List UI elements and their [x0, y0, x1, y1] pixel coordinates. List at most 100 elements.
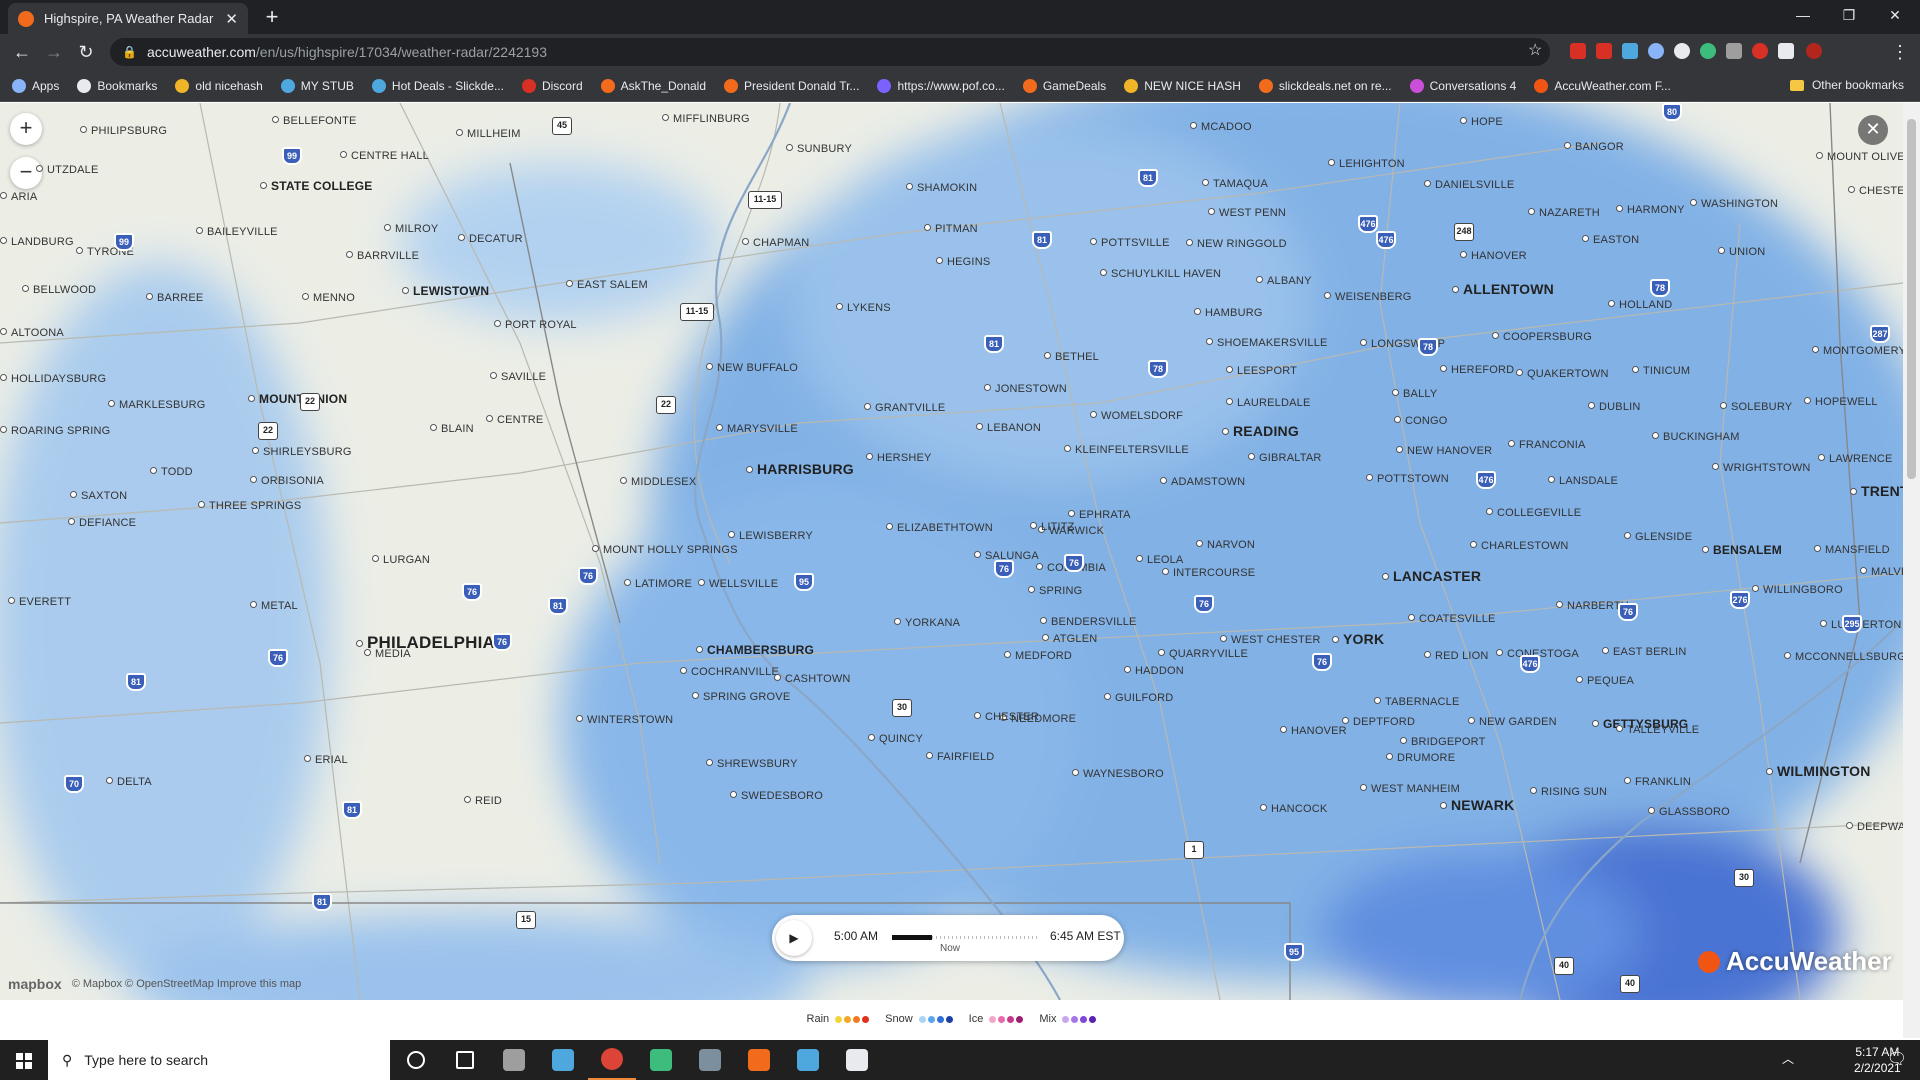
- city-label: WEST PENN: [1208, 207, 1286, 219]
- bookmark-item[interactable]: slickdeals.net on re...: [1258, 78, 1392, 93]
- puzzle-icon[interactable]: [1778, 43, 1794, 59]
- bookmark-item[interactable]: old nicehash: [175, 78, 263, 93]
- bookmark-item[interactable]: Hot Deals - Slickde...: [371, 78, 504, 93]
- city-label: ALBANY: [1256, 275, 1312, 287]
- play-button[interactable]: ▶: [776, 920, 812, 956]
- taskbar-search[interactable]: ⚲ Type here to search: [48, 1040, 390, 1080]
- tab-close-icon[interactable]: ✕: [225, 10, 238, 28]
- app-green-icon[interactable]: [637, 1040, 685, 1080]
- city-label: EAST BERLIN: [1602, 646, 1687, 658]
- bookmark-item[interactable]: MY STUB: [280, 78, 354, 93]
- new-tab-button[interactable]: +: [258, 4, 286, 32]
- road-shield: 11-15: [680, 303, 714, 321]
- extension-icon[interactable]: [1726, 43, 1742, 59]
- road-shield: 81: [1032, 231, 1052, 249]
- bookmark-item[interactable]: AskThe_Donald: [600, 78, 706, 93]
- bookmark-item[interactable]: President Donald Tr...: [724, 78, 859, 93]
- city-label: PEQUEA: [1576, 675, 1634, 687]
- road-shield: 30: [1734, 869, 1754, 887]
- window-close-icon[interactable]: ✕: [1872, 0, 1918, 30]
- city-label: LITITZ: [1030, 521, 1075, 533]
- bookmark-item[interactable]: Discord: [521, 78, 583, 93]
- map-close-button[interactable]: ✕: [1858, 115, 1888, 145]
- road-shield: 1: [1184, 841, 1204, 859]
- city-label: PITMAN: [924, 223, 978, 235]
- file-icon[interactable]: [539, 1040, 587, 1080]
- extension-icon[interactable]: [1596, 43, 1612, 59]
- app-steam-icon[interactable]: [833, 1040, 881, 1080]
- city-label: HADDON: [1124, 665, 1184, 677]
- city-label: DELTA: [106, 776, 152, 788]
- city-label: KLEINFELTERSVILLE: [1064, 444, 1189, 456]
- back-arrow-icon[interactable]: ←: [10, 40, 34, 64]
- city-label: HANOVER: [1280, 725, 1347, 737]
- city-label: SHREWSBURY: [706, 758, 798, 770]
- legend-swatch: [1080, 1015, 1088, 1023]
- extension-icon[interactable]: [1648, 43, 1664, 59]
- city-label: LEBANON: [976, 422, 1041, 434]
- other-bookmarks[interactable]: Other bookmarks: [1789, 78, 1904, 92]
- forward-arrow-icon[interactable]: →: [42, 40, 66, 64]
- menu-kebab-icon[interactable]: ⋮: [1888, 40, 1912, 64]
- city-label: LEWISTOWN: [402, 284, 489, 298]
- road-shield: 70: [64, 775, 84, 793]
- app-window-icon[interactable]: [784, 1040, 832, 1080]
- city-label: MEDIA: [364, 648, 411, 660]
- radar-map[interactable]: + − ✕ PHILIPSBURG BELLEFONTE MIFFLINBURG MI…: [0, 103, 1903, 1000]
- start-button[interactable]: [0, 1040, 48, 1080]
- bookmark-item[interactable]: Conversations 4: [1409, 78, 1516, 93]
- city-label: COOPERSBURG: [1492, 331, 1592, 343]
- city-label: TINICUM: [1632, 365, 1690, 377]
- city-label: MILROY: [384, 223, 438, 235]
- extension-icon[interactable]: [1674, 43, 1690, 59]
- chrome-icon[interactable]: [588, 1040, 636, 1080]
- cortana-icon[interactable]: [392, 1040, 440, 1080]
- recycle-icon[interactable]: [490, 1040, 538, 1080]
- bookmark-favicon-icon: [724, 78, 739, 93]
- app-mask-icon[interactable]: [686, 1040, 734, 1080]
- city-label: YORK: [1332, 631, 1384, 647]
- mapbox-logo[interactable]: mapbox: [8, 976, 62, 992]
- avatar[interactable]: [1806, 43, 1822, 59]
- road-shield: 476: [1476, 471, 1496, 489]
- road-shield: 81: [342, 801, 362, 819]
- browser-tab[interactable]: Highspire, PA Weather Radar | AccuWeathe…: [8, 3, 248, 34]
- city-label: LANCASTER: [1382, 568, 1481, 584]
- road-shield: 76: [268, 649, 288, 667]
- app-orange-icon[interactable]: [735, 1040, 783, 1080]
- scrollbar-thumb[interactable]: [1907, 119, 1916, 479]
- notification-icon[interactable]: 🗨: [1874, 1040, 1920, 1080]
- city-label: SAXTON: [70, 490, 127, 502]
- accuweather-logo: AccuWeather: [1698, 946, 1892, 977]
- bookmark-star-icon[interactable]: ☆: [1528, 40, 1542, 60]
- legend-swatch: [1007, 1015, 1015, 1023]
- city-label: MARKLESBURG: [108, 399, 206, 411]
- bookmark-item[interactable]: Apps: [12, 78, 59, 93]
- tray-chevron-icon[interactable]: ︿: [1782, 1050, 1794, 1067]
- road-shield: 76: [578, 567, 598, 585]
- extension-icon[interactable]: [1700, 43, 1716, 59]
- city-label: GUILFORD: [1104, 692, 1173, 704]
- extension-icon[interactable]: [1752, 43, 1768, 59]
- minimize-icon[interactable]: —: [1780, 0, 1826, 30]
- bookmark-item[interactable]: NEW NICE HASH: [1124, 78, 1241, 93]
- bookmark-item[interactable]: https://www.pof.co...: [877, 78, 1005, 93]
- attribution-text[interactable]: © Mapbox © OpenStreetMap Improve this ma…: [72, 978, 302, 990]
- restore-icon[interactable]: ❐: [1826, 0, 1872, 30]
- browser-toolbar: ← → ↻ 🔒 accuweather.com /en/us/highspire…: [0, 34, 1920, 70]
- reload-icon[interactable]: ↻: [74, 40, 98, 64]
- bookmark-item[interactable]: GameDeals: [1022, 78, 1106, 93]
- task-view-icon[interactable]: [441, 1040, 489, 1080]
- bookmark-item[interactable]: AccuWeather.com F...: [1534, 78, 1671, 93]
- radar-timeline[interactable]: ▶ 5:00 AM Now 6:45 AM EST: [772, 915, 1124, 961]
- city-label: ARIA: [0, 191, 37, 203]
- extension-icon[interactable]: [1570, 43, 1586, 59]
- zoom-in-button[interactable]: +: [10, 113, 42, 145]
- city-label: BAILEYVILLE: [196, 226, 278, 238]
- bookmark-item[interactable]: Bookmarks: [77, 78, 157, 93]
- bookmark-favicon-icon: [175, 78, 190, 93]
- road-shield: 295: [1842, 615, 1862, 633]
- extension-icon[interactable]: [1622, 43, 1638, 59]
- page-scrollbar[interactable]: [1903, 103, 1920, 1038]
- address-bar[interactable]: 🔒 accuweather.com /en/us/highspire/17034…: [110, 38, 1550, 66]
